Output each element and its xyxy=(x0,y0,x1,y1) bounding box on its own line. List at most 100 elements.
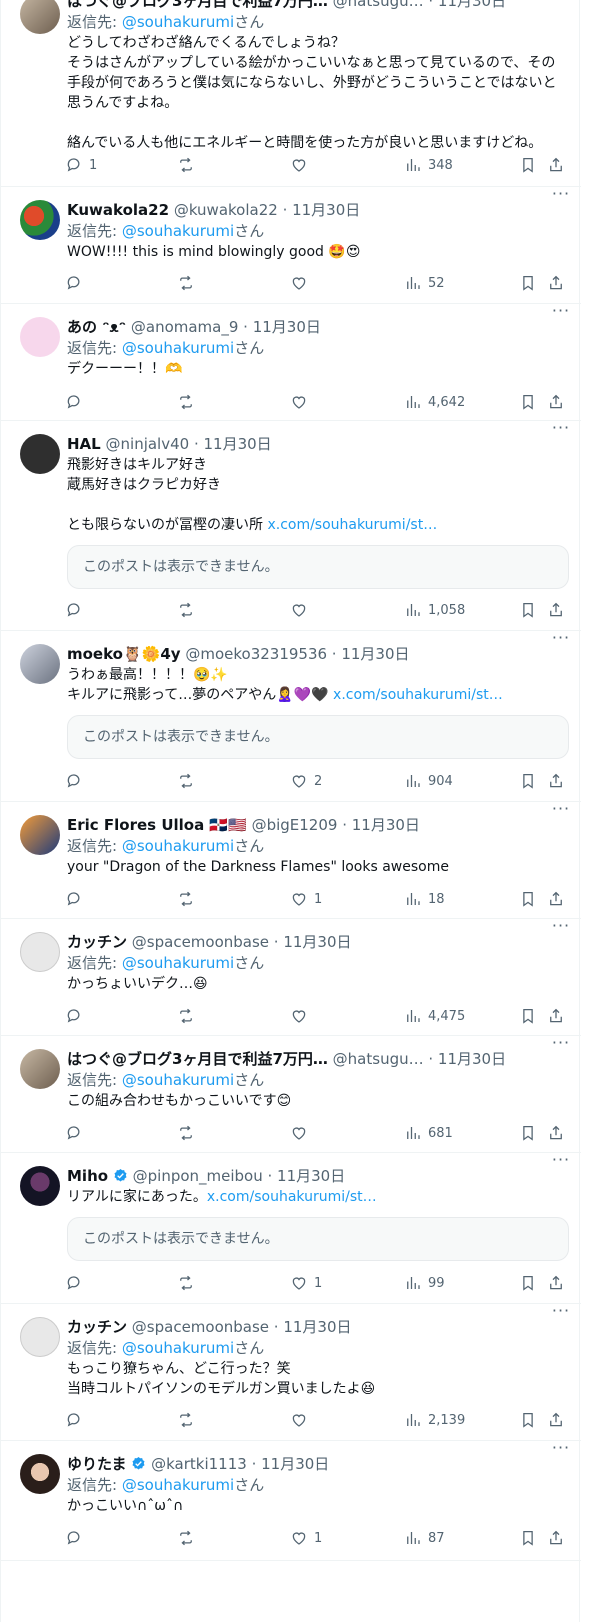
reply-post[interactable]: Kuwakola22 @kuwakola22 · 11月30日 返信先: @so… xyxy=(1,186,581,304)
share-button[interactable] xyxy=(547,1273,565,1293)
like-button[interactable] xyxy=(290,1006,314,1026)
retweet-button[interactable] xyxy=(177,155,201,175)
bookmark-button[interactable] xyxy=(519,771,537,791)
reply-post[interactable]: カッチン @spacemoonbase · 11月30日 返信先: @souha… xyxy=(1,1303,581,1441)
views-button[interactable]: 4,475 xyxy=(404,1006,465,1026)
more-options-icon[interactable]: ··· xyxy=(549,186,573,205)
retweet-button[interactable] xyxy=(177,1273,201,1293)
reply-button[interactable] xyxy=(65,1123,89,1143)
more-options-icon[interactable]: ··· xyxy=(549,1035,573,1054)
reply-handle-link[interactable]: @souhakurumi xyxy=(122,1476,234,1494)
reply-button[interactable] xyxy=(65,273,89,293)
reply-handle-link[interactable]: @souhakurumi xyxy=(122,222,234,240)
reply-button[interactable] xyxy=(65,889,89,909)
share-button[interactable] xyxy=(547,1123,565,1143)
bookmark-button[interactable] xyxy=(519,889,537,909)
more-options-icon[interactable]: ··· xyxy=(549,1303,573,1322)
avatar[interactable] xyxy=(20,317,60,357)
like-button[interactable]: 1 xyxy=(290,1528,322,1548)
reply-post[interactable]: はつぐ@ブログ3ヶ月目で利益7万円… @hatsugu… · 11月30日 返信… xyxy=(1,1035,581,1153)
reply-handle-link[interactable]: @souhakurumi xyxy=(122,339,234,357)
bookmark-button[interactable] xyxy=(519,1528,537,1548)
reply-button[interactable] xyxy=(65,600,89,620)
display-name[interactable]: はつぐ@ブログ3ヶ月目で利益7万円… xyxy=(67,0,328,10)
display-name[interactable]: はつぐ@ブログ3ヶ月目で利益7万円… xyxy=(67,1050,328,1068)
display-name[interactable]: moeko🦉🌼4y xyxy=(67,645,181,663)
handle-and-date[interactable]: @hatsugu… · 11月30日 xyxy=(333,0,506,10)
more-options-icon[interactable]: ··· xyxy=(549,918,573,937)
avatar[interactable] xyxy=(20,200,60,240)
display-name[interactable]: カッチン xyxy=(67,1318,127,1336)
display-name[interactable]: Eric Flores Ulloa 🇩🇴🇺🇸 xyxy=(67,816,247,834)
display-name[interactable]: ゆりたま xyxy=(67,1455,127,1473)
like-button[interactable] xyxy=(290,600,314,620)
like-button[interactable] xyxy=(290,273,314,293)
avatar[interactable] xyxy=(20,1317,60,1357)
share-button[interactable] xyxy=(547,273,565,293)
views-button[interactable]: 18 xyxy=(404,889,445,909)
handle-and-date[interactable]: @bigE1209 · 11月30日 xyxy=(252,816,420,834)
bookmark-button[interactable] xyxy=(519,600,537,620)
reply-handle-link[interactable]: @souhakurumi xyxy=(122,954,234,972)
retweet-button[interactable] xyxy=(177,273,201,293)
avatar[interactable] xyxy=(20,932,60,972)
views-button[interactable]: 348 xyxy=(404,155,453,175)
post-link[interactable]: x.com/souhakurumi/st… xyxy=(267,517,437,533)
share-button[interactable] xyxy=(547,1410,565,1430)
reply-post[interactable]: HAL @ninjalv40 · 11月30日 飛影好きはキルア好き 蔵馬好きは… xyxy=(1,420,581,631)
more-options-icon[interactable]: ··· xyxy=(549,1440,573,1459)
reply-handle-link[interactable]: @souhakurumi xyxy=(122,1071,234,1089)
retweet-button[interactable] xyxy=(177,1123,201,1143)
retweet-button[interactable] xyxy=(177,889,201,909)
handle-and-date[interactable]: @spacemoonbase · 11月30日 xyxy=(132,933,352,951)
reply-button[interactable] xyxy=(65,1273,89,1293)
reply-handle-link[interactable]: @souhakurumi xyxy=(122,837,234,855)
share-button[interactable] xyxy=(547,600,565,620)
share-button[interactable] xyxy=(547,1006,565,1026)
display-name[interactable]: HAL xyxy=(67,435,101,453)
retweet-button[interactable] xyxy=(177,600,201,620)
reply-post[interactable]: Miho @pinpon_meibou · 11月30日 リアルに家にあった。x… xyxy=(1,1152,581,1304)
post-link[interactable]: x.com/souhakurumi/st… xyxy=(333,687,503,703)
views-button[interactable]: 52 xyxy=(404,273,445,293)
share-button[interactable] xyxy=(547,771,565,791)
avatar[interactable] xyxy=(20,434,60,474)
handle-and-date[interactable]: @hatsugu… · 11月30日 xyxy=(333,1050,506,1068)
handle-and-date[interactable]: @pinpon_meibou · 11月30日 xyxy=(133,1167,346,1185)
avatar[interactable] xyxy=(20,1049,60,1089)
handle-and-date[interactable]: @ninjalv40 · 11月30日 xyxy=(106,435,272,453)
bookmark-button[interactable] xyxy=(519,273,537,293)
retweet-button[interactable] xyxy=(177,1410,201,1430)
reply-button[interactable] xyxy=(65,392,89,412)
share-button[interactable] xyxy=(547,392,565,412)
reply-post[interactable]: はつぐ@ブログ3ヶ月目で利益7万円… @hatsugu… · 11月30日 返信… xyxy=(1,0,581,187)
bookmark-button[interactable] xyxy=(519,155,537,175)
share-button[interactable] xyxy=(547,155,565,175)
like-button[interactable] xyxy=(290,1410,314,1430)
views-button[interactable]: 99 xyxy=(404,1273,445,1293)
like-button[interactable]: 1 xyxy=(290,889,322,909)
views-button[interactable]: 681 xyxy=(404,1123,453,1143)
views-button[interactable]: 904 xyxy=(404,771,453,791)
retweet-button[interactable] xyxy=(177,1006,201,1026)
reply-handle-link[interactable]: @souhakurumi xyxy=(122,13,234,31)
views-button[interactable]: 2,139 xyxy=(404,1410,465,1430)
handle-and-date[interactable]: @spacemoonbase · 11月30日 xyxy=(132,1318,352,1336)
avatar[interactable] xyxy=(20,1166,60,1206)
like-button[interactable]: 1 xyxy=(290,1273,322,1293)
bookmark-button[interactable] xyxy=(519,1123,537,1143)
retweet-button[interactable] xyxy=(177,392,201,412)
views-button[interactable]: 87 xyxy=(404,1528,445,1548)
bookmark-button[interactable] xyxy=(519,392,537,412)
like-button[interactable]: 2 xyxy=(290,771,322,791)
views-button[interactable]: 4,642 xyxy=(404,392,465,412)
reply-post[interactable]: moeko🦉🌼4y @moeko32319536 · 11月30日 うわぁ最高！… xyxy=(1,630,581,802)
reply-button[interactable]: 1 xyxy=(65,155,97,175)
reply-post[interactable]: あの ᵔ⁠ᴥ⁠ᵔ @anomama_9 · 11月30日 返信先: @souha… xyxy=(1,303,581,421)
reply-button[interactable] xyxy=(65,1006,89,1026)
handle-and-date[interactable]: @kartki1113 · 11月30日 xyxy=(151,1455,329,1473)
more-options-icon[interactable]: ··· xyxy=(549,801,573,820)
like-button[interactable] xyxy=(290,1123,314,1143)
avatar[interactable] xyxy=(20,1454,60,1494)
retweet-button[interactable] xyxy=(177,1528,201,1548)
